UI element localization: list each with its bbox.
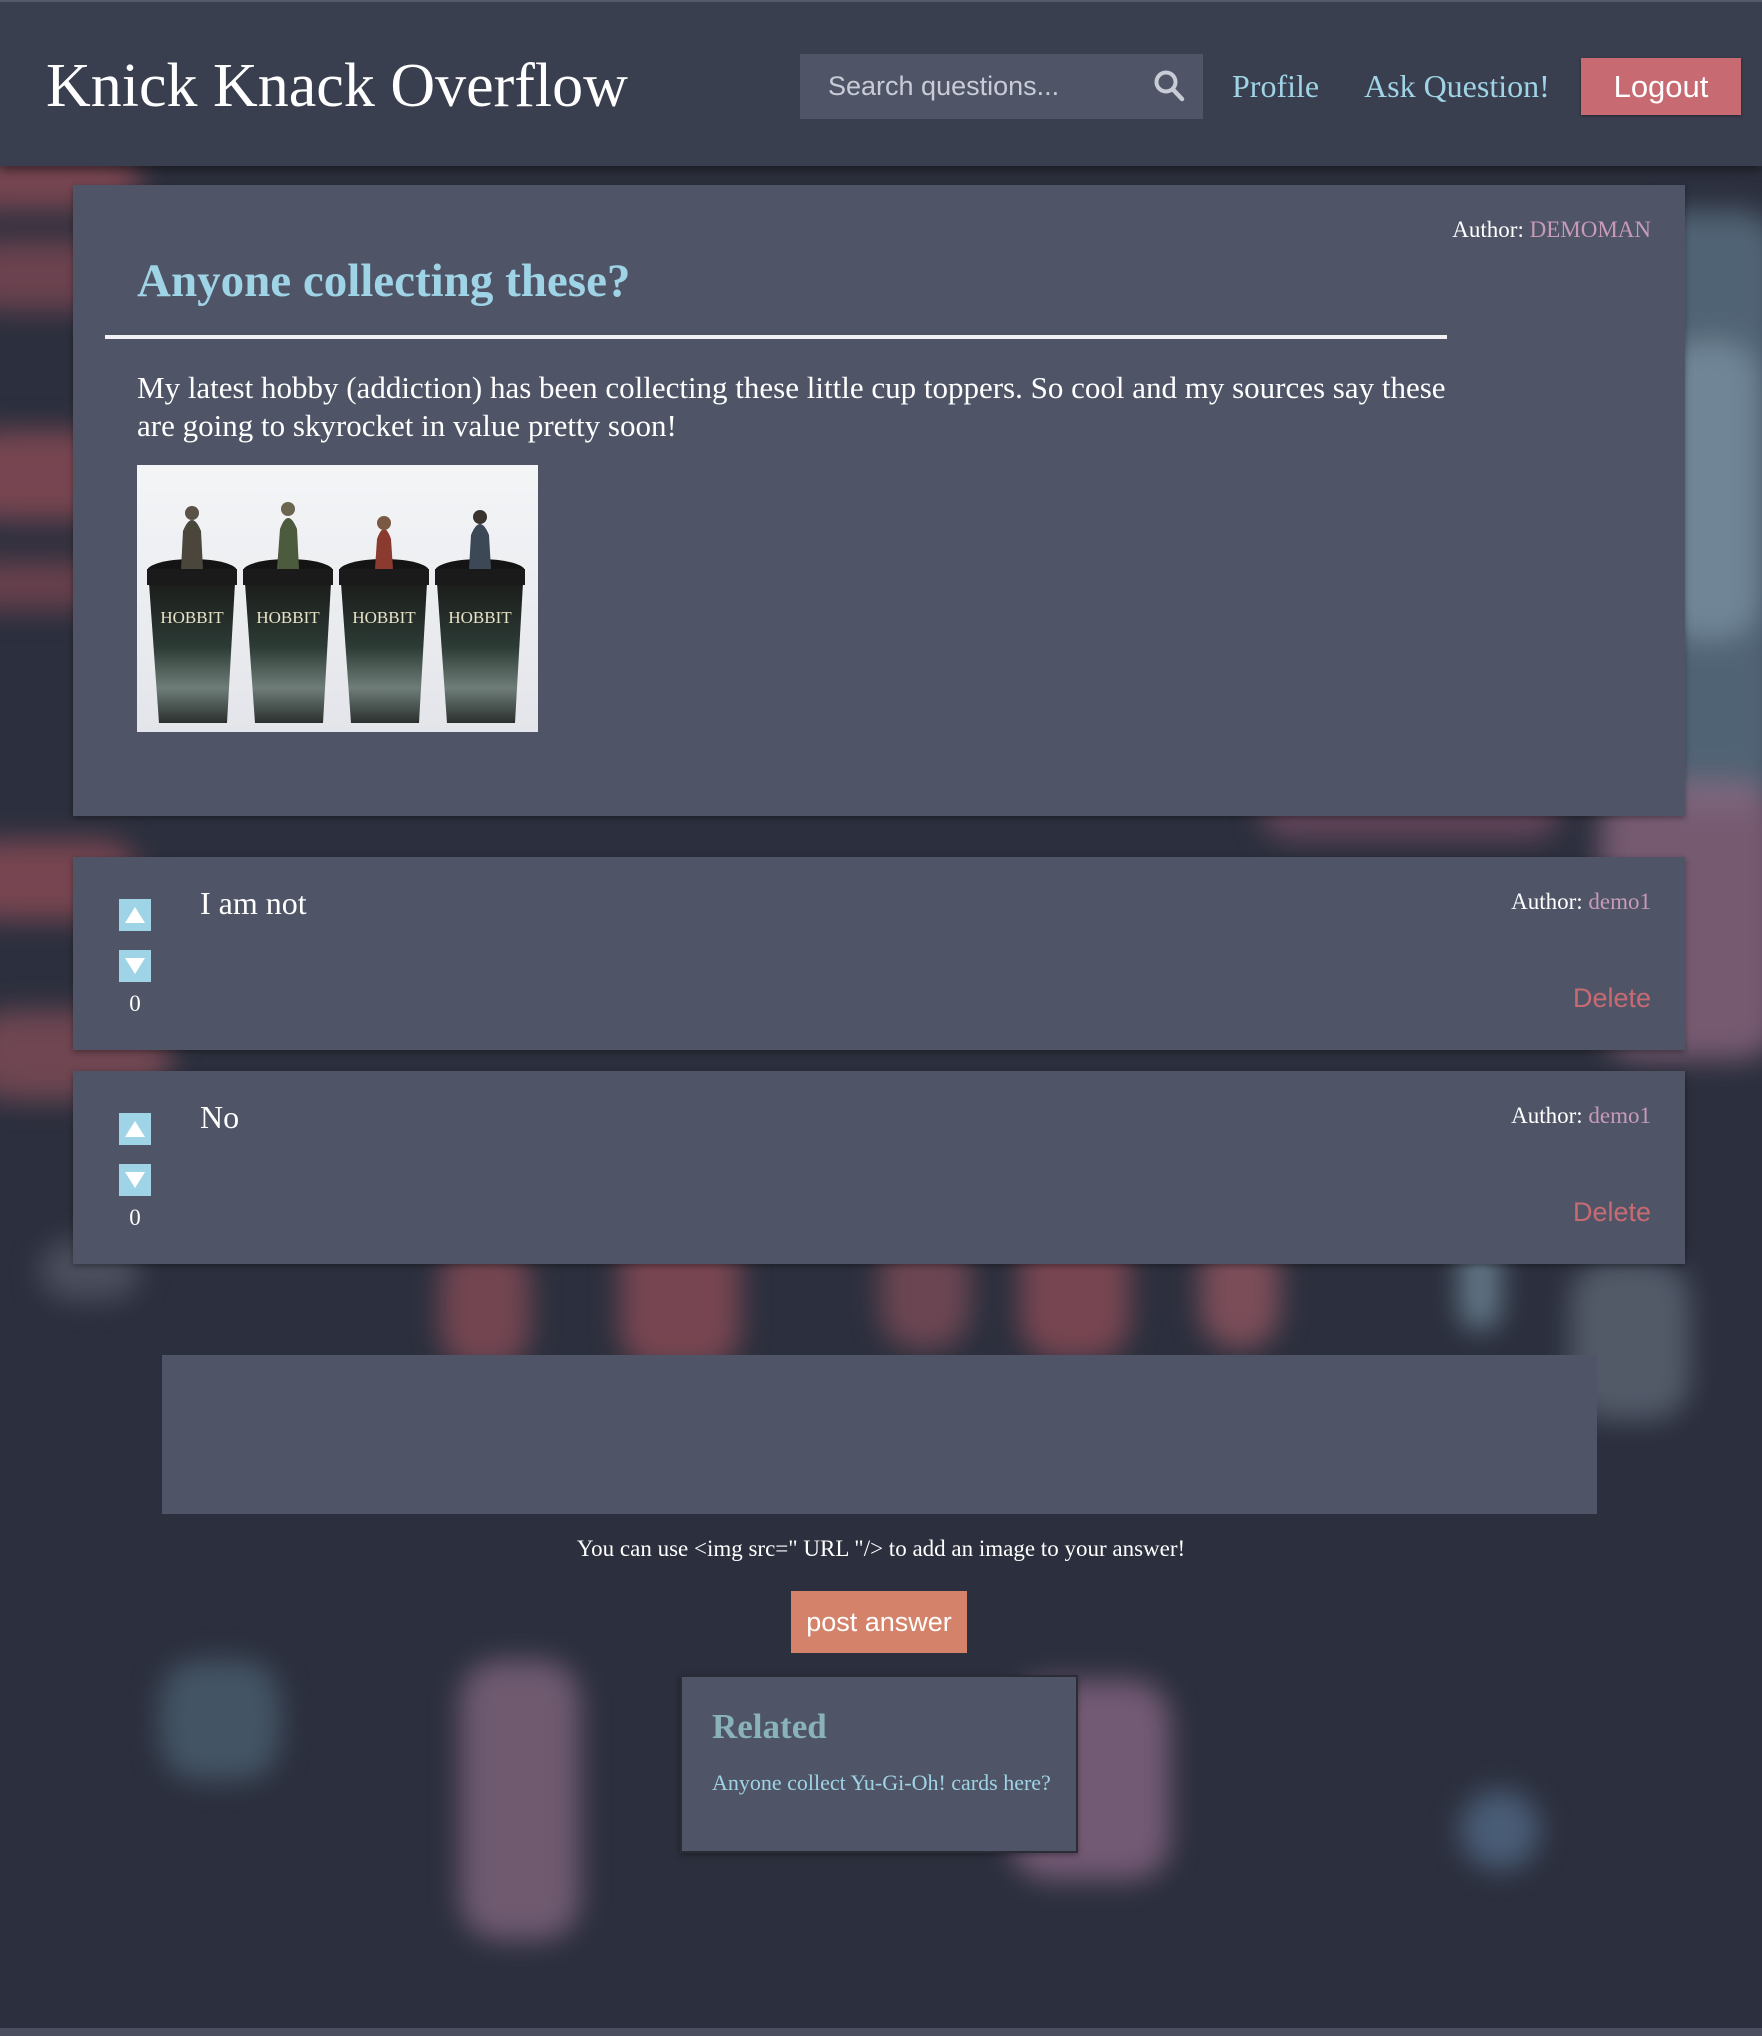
question-author: Author: DEMOMAN: [1452, 217, 1651, 243]
search-input[interactable]: [800, 54, 1140, 119]
nav-ask-question-link[interactable]: Ask Question!: [1364, 64, 1550, 108]
question-image: HOBBIT HOBBIT HOBBIT HOBBIT: [137, 465, 538, 732]
cup-2-label: HOBBIT: [256, 608, 320, 627]
nav-profile-link[interactable]: Profile: [1232, 64, 1319, 108]
upvote-button[interactable]: [119, 899, 151, 931]
answer-text: I am not: [200, 885, 307, 921]
answer-card: 0 No Author: demo1 Delete: [73, 1071, 1685, 1264]
upvote-button[interactable]: [119, 1113, 151, 1145]
arrow-down-icon: [125, 958, 145, 974]
question-card: Author: DEMOMAN Anyone collecting these?…: [73, 185, 1685, 816]
answer-card: 0 I am not Author: demo1 Delete: [73, 857, 1685, 1050]
search-icon[interactable]: [1153, 69, 1185, 103]
author-label: Author:: [1511, 1103, 1583, 1128]
related-question-link[interactable]: Anyone collect Yu-Gi-Oh! cards here?: [712, 1769, 1052, 1797]
search-box: [800, 54, 1203, 119]
page-bottom-border: [0, 2028, 1762, 2036]
related-panel: Related Anyone collect Yu-Gi-Oh! cards h…: [680, 1675, 1078, 1853]
site-title[interactable]: Knick Knack Overflow: [46, 50, 628, 122]
downvote-button[interactable]: [119, 1164, 151, 1196]
vote-count: 0: [129, 991, 141, 1016]
question-body: My latest hobby (addiction) has been col…: [137, 370, 1446, 443]
answer-author-link[interactable]: demo1: [1588, 1103, 1651, 1128]
answer-author: Author: demo1: [1511, 1103, 1651, 1129]
answer-author: Author: demo1: [1511, 889, 1651, 915]
delete-answer-link[interactable]: Delete: [1573, 983, 1651, 1014]
logout-button[interactable]: Logout: [1581, 58, 1741, 115]
top-nav-bar: Knick Knack Overflow Profile Ask Questio…: [0, 0, 1762, 166]
title-divider: [105, 335, 1447, 339]
cup-1-label: HOBBIT: [160, 608, 224, 627]
arrow-down-icon: [125, 1172, 145, 1188]
question-title: Anyone collecting these?: [137, 255, 631, 307]
related-title: Related: [712, 1707, 827, 1746]
downvote-button[interactable]: [119, 950, 151, 982]
author-label: Author:: [1511, 889, 1583, 914]
answer-text: No: [200, 1099, 240, 1135]
arrow-up-icon: [125, 907, 145, 923]
author-label: Author:: [1452, 217, 1524, 242]
post-answer-button[interactable]: post answer: [791, 1591, 967, 1653]
arrow-up-icon: [125, 1121, 145, 1137]
question-author-link[interactable]: DEMOMAN: [1530, 217, 1651, 242]
delete-answer-link[interactable]: Delete: [1573, 1197, 1651, 1228]
answer-textarea[interactable]: [162, 1355, 1597, 1514]
vote-count: 0: [129, 1205, 141, 1230]
answer-author-link[interactable]: demo1: [1588, 889, 1651, 914]
image-hint-text: You can use <img src=" URL "/> to add an…: [576, 1536, 1186, 1561]
cup-3-label: HOBBIT: [352, 608, 416, 627]
cup-4-label: HOBBIT: [448, 608, 512, 627]
